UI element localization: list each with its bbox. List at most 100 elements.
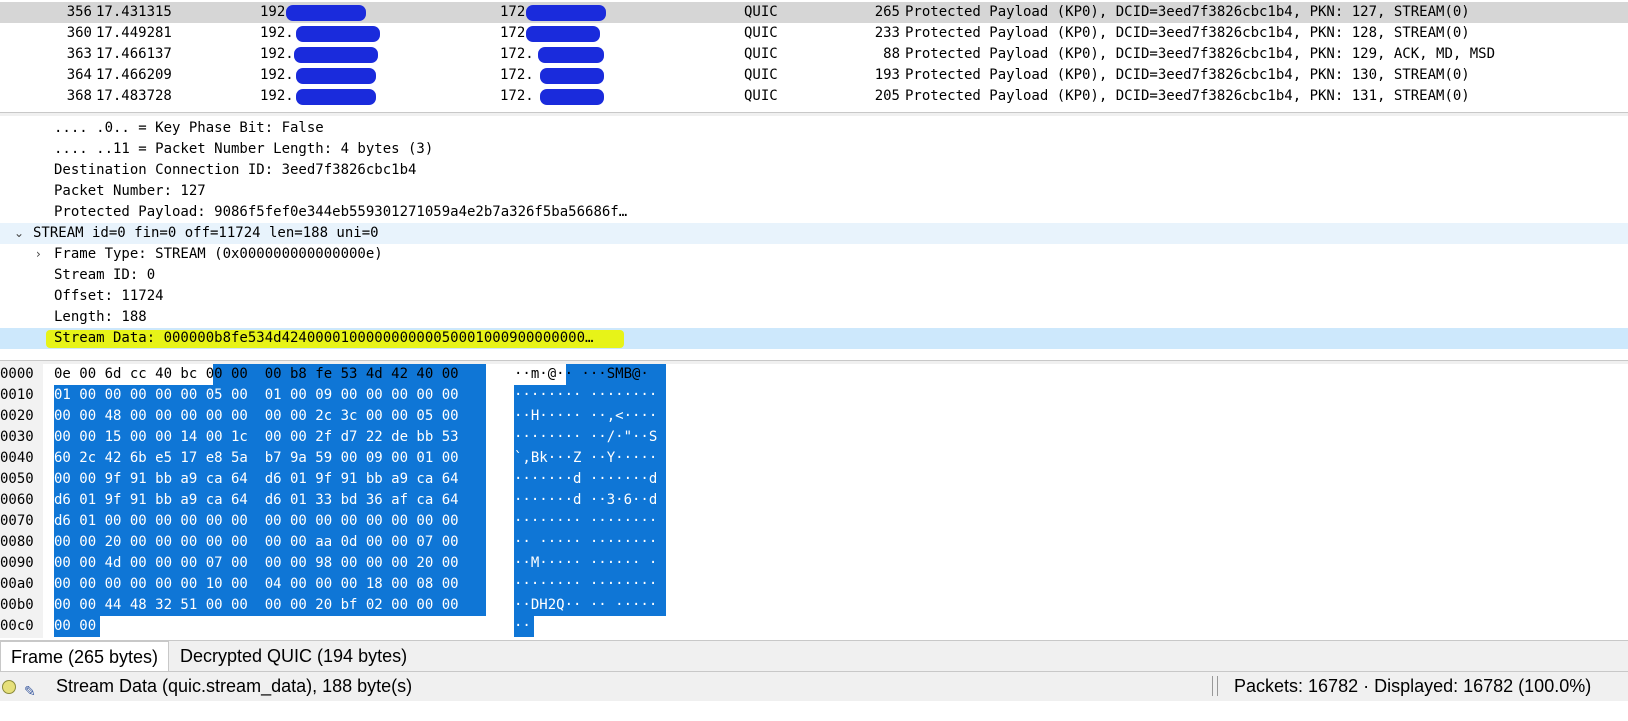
hex-ascii[interactable]: ··DH2Q·· ·· ····· (514, 595, 657, 616)
hex-offset: 0020 (0, 408, 34, 424)
tree-item[interactable]: Destination Connection ID: 3eed7f3826cbc… (0, 160, 1628, 181)
hex-bytes[interactable]: 0e 00 6d cc 40 bc 00 00 00 b8 fe 53 4d 4… (54, 364, 459, 385)
hex-ascii[interactable]: ·· (514, 616, 531, 637)
tree-item-stream-data[interactable]: Stream Data: 000000b8fe534d4240000100000… (0, 328, 1628, 349)
packet-length: 205 (874, 88, 900, 104)
hex-ascii[interactable]: ··m·@·· ···SMB@· (514, 364, 649, 385)
hex-row[interactable]: 0030 00 00 15 00 00 14 00 1c 00 00 2f d7… (0, 427, 1628, 448)
hex-bytes[interactable]: 00 00 48 00 00 00 00 00 00 00 2c 3c 00 0… (54, 406, 459, 427)
hex-row[interactable]: 00b0 00 00 44 48 32 51 00 00 00 00 20 bf… (0, 595, 1628, 616)
hex-bytes[interactable]: 00 00 (54, 616, 96, 637)
tree-item-label: Packet Number: 127 (54, 183, 206, 199)
packet-row[interactable]: 368 17.483728 192. 172. QUIC 205 Protect… (0, 86, 1628, 107)
hex-ascii[interactable]: `,Bk···Z ··Y····· (514, 448, 657, 469)
hex-offset: 0060 (0, 492, 34, 508)
tree-item-label: .... .0.. = Key Phase Bit: False (54, 120, 324, 136)
tree-item[interactable]: › Frame Type: STREAM (0x000000000000000e… (0, 244, 1628, 265)
redaction-mark (540, 89, 604, 105)
tree-item[interactable]: .... ..11 = Packet Number Length: 4 byte… (0, 139, 1628, 160)
hex-dump-pane[interactable]: 0000 0e 00 6d cc 40 bc 00 00 00 b8 fe 53… (0, 364, 1628, 638)
hex-bytes[interactable]: d6 01 9f 91 bb a9 ca 64 d6 01 33 bd 36 a… (54, 490, 459, 511)
tree-item-label: Offset: 11724 (54, 288, 164, 304)
tree-item-label: Destination Connection ID: 3eed7f3826cbc… (54, 162, 417, 178)
hex-ascii[interactable]: ········ ··/·"··S (514, 427, 657, 448)
hex-bytes[interactable]: 01 00 00 00 00 00 05 00 01 00 09 00 00 0… (54, 385, 459, 406)
hex-row[interactable]: 0090 00 00 4d 00 00 00 07 00 00 00 98 00… (0, 553, 1628, 574)
hex-bytes[interactable]: 00 00 20 00 00 00 00 00 00 00 aa 0d 00 0… (54, 532, 459, 553)
hex-row[interactable]: 0020 00 00 48 00 00 00 00 00 00 00 2c 3c… (0, 406, 1628, 427)
tree-item[interactable]: Packet Number: 127 (0, 181, 1628, 202)
tree-item-label: Protected Payload: 9086f5fef0e344eb55930… (54, 204, 628, 220)
expert-info-icon[interactable] (2, 680, 16, 694)
hex-bytes[interactable]: 00 00 15 00 00 14 00 1c 00 00 2f d7 22 d… (54, 427, 459, 448)
hex-bytes[interactable]: 00 00 4d 00 00 00 07 00 00 00 98 00 00 0… (54, 553, 459, 574)
redaction-mark (538, 47, 604, 63)
packet-info: Protected Payload (KP0), DCID=3eed7f3826… (905, 4, 1470, 20)
packet-list[interactable]: 356 17.431315 192. 172. QUIC 265 Protect… (0, 0, 1628, 113)
packet-number: 363 (66, 46, 92, 62)
hex-ascii[interactable]: ·· ····· ········ (514, 532, 657, 553)
hex-ascii[interactable]: ··M····· ······ · (514, 553, 657, 574)
redaction-mark (286, 5, 366, 21)
hex-row[interactable]: 00a0 00 00 00 00 00 00 10 00 04 00 00 00… (0, 574, 1628, 595)
packet-row[interactable]: 360 17.449281 192. 172. QUIC 233 Protect… (0, 23, 1628, 44)
tab-frame[interactable]: Frame (265 bytes) (0, 641, 170, 672)
packet-number: 356 (66, 4, 92, 20)
hex-offset: 0010 (0, 387, 34, 403)
packet-source: 192. (260, 67, 294, 83)
status-bar: ✎ Stream Data (quic.stream_data), 188 by… (0, 671, 1628, 701)
hex-offset: 0050 (0, 471, 34, 487)
packet-time: 17.483728 (96, 88, 172, 104)
hex-row[interactable]: 0080 00 00 20 00 00 00 00 00 00 00 aa 0d… (0, 532, 1628, 553)
tree-item[interactable]: Offset: 11724 (0, 286, 1628, 307)
packet-row[interactable]: 364 17.466209 192. 172. QUIC 193 Protect… (0, 65, 1628, 86)
hex-ascii[interactable]: ········ ········ (514, 511, 657, 532)
packet-time: 17.466209 (96, 67, 172, 83)
hex-ascii[interactable]: ········ ········ (514, 574, 657, 595)
status-packet-counts: Packets: 16782 · Displayed: 16782 (100.0… (1234, 676, 1592, 696)
tab-decrypted-quic[interactable]: Decrypted QUIC (194 bytes) (170, 641, 417, 671)
hex-row[interactable]: 0060 d6 01 9f 91 bb a9 ca 64 d6 01 33 bd… (0, 490, 1628, 511)
packet-details-tree[interactable]: .... .0.. = Key Phase Bit: False .... ..… (0, 116, 1628, 360)
tree-item[interactable]: Length: 188 (0, 307, 1628, 328)
hex-row[interactable]: 0000 0e 00 6d cc 40 bc 00 00 00 b8 fe 53… (0, 364, 1628, 385)
redaction-mark (540, 68, 604, 84)
hex-offset: 00c0 (0, 618, 34, 634)
hex-row[interactable]: 0040 60 2c 42 6b e5 17 e8 5a b7 9a 59 00… (0, 448, 1628, 469)
packet-protocol: QUIC (744, 4, 778, 20)
redaction-mark (296, 68, 376, 84)
chevron-down-icon[interactable]: ⌄ (14, 223, 24, 244)
tree-item[interactable]: .... .0.. = Key Phase Bit: False (0, 118, 1628, 139)
hex-ascii[interactable]: ·······d ··3·6··d (514, 490, 657, 511)
hex-row[interactable]: 0070 d6 01 00 00 00 00 00 00 00 00 00 00… (0, 511, 1628, 532)
hex-ascii[interactable]: ·······d ·······d (514, 469, 657, 490)
hex-bytes[interactable]: 00 00 00 00 00 00 10 00 04 00 00 00 18 0… (54, 574, 459, 595)
redaction-mark (526, 26, 600, 42)
status-divider-grip[interactable] (1212, 676, 1218, 696)
hex-ascii[interactable]: ··H····· ··,<···· (514, 406, 657, 427)
hex-bytes[interactable]: 00 00 9f 91 bb a9 ca 64 d6 01 9f 91 bb a… (54, 469, 459, 490)
packet-protocol: QUIC (744, 46, 778, 62)
redaction-mark (296, 89, 376, 105)
hex-bytes[interactable]: d6 01 00 00 00 00 00 00 00 00 00 00 00 0… (54, 511, 459, 532)
chevron-right-icon[interactable]: › (36, 244, 41, 265)
edit-comment-icon[interactable]: ✎ (24, 677, 36, 706)
packet-number: 360 (66, 25, 92, 41)
redaction-mark (526, 5, 606, 21)
packet-length: 233 (874, 25, 900, 41)
packet-length: 265 (874, 4, 900, 20)
hex-row[interactable]: 0050 00 00 9f 91 bb a9 ca 64 d6 01 9f 91… (0, 469, 1628, 490)
packet-row[interactable]: 356 17.431315 192. 172. QUIC 265 Protect… (0, 2, 1628, 23)
packet-source: 192. (260, 46, 294, 62)
packet-source: 192. (260, 25, 294, 41)
tree-item-stream-frame[interactable]: ⌄ STREAM id=0 fin=0 off=11724 len=188 un… (0, 223, 1628, 244)
tree-item[interactable]: Stream ID: 0 (0, 265, 1628, 286)
tree-item[interactable]: Protected Payload: 9086f5fef0e344eb55930… (0, 202, 1628, 223)
hex-bytes[interactable]: 60 2c 42 6b e5 17 e8 5a b7 9a 59 00 09 0… (54, 448, 459, 469)
hex-bytes[interactable]: 00 00 44 48 32 51 00 00 00 00 20 bf 02 0… (54, 595, 459, 616)
hex-row[interactable]: 0010 01 00 00 00 00 00 05 00 01 00 09 00… (0, 385, 1628, 406)
hex-ascii[interactable]: ········ ········ (514, 385, 657, 406)
packet-time: 17.431315 (96, 4, 172, 20)
hex-row[interactable]: 00c0 00 00 ·· (0, 616, 1628, 637)
packet-row[interactable]: 363 17.466137 192. 172. QUIC 88 Protecte… (0, 44, 1628, 65)
